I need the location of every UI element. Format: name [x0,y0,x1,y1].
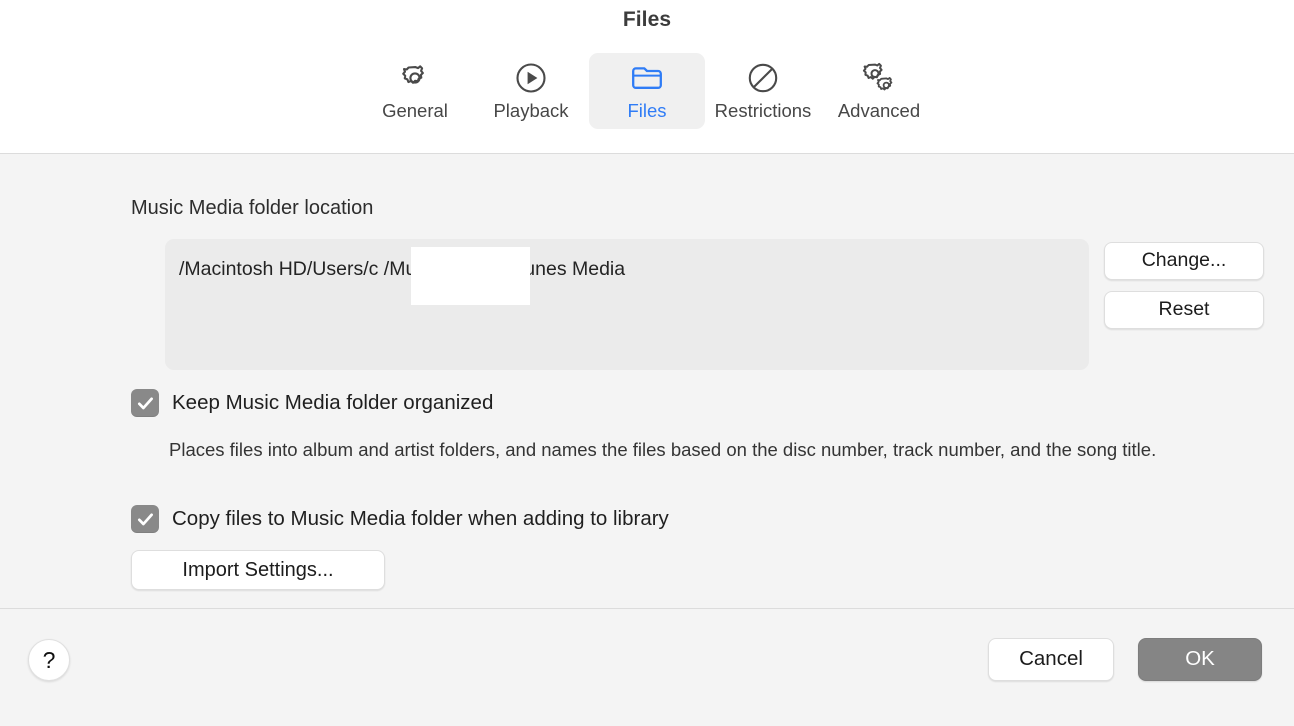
reset-button[interactable]: Reset [1104,291,1264,329]
import-settings-button[interactable]: Import Settings... [131,550,385,590]
checkmark-icon [136,394,155,413]
cancel-button[interactable]: Cancel [988,638,1114,681]
keep-organized-row[interactable]: Keep Music Media folder organized [131,389,493,417]
media-folder-path-box: /Macintosh HD/Users/c /Music/iTunes/iTun… [165,239,1089,370]
change-button[interactable]: Change... [1104,242,1264,280]
checkmark-icon [136,510,155,529]
footer-actions: Cancel OK [988,638,1262,681]
help-button[interactable]: ? [28,639,70,681]
keep-organized-checkbox[interactable] [131,389,159,417]
media-folder-actions: Change... Reset [1104,242,1264,329]
copy-files-label: Copy files to Music Media folder when ad… [172,509,669,530]
redaction-overlay [411,247,530,305]
keep-organized-label: Keep Music Media folder organized [172,393,493,414]
copy-files-checkbox[interactable] [131,505,159,533]
ok-button[interactable]: OK [1138,638,1262,681]
media-folder-section-label: Music Media folder location [131,197,373,220]
preferences-window: Files General [0,0,1294,726]
media-folder-path-text: /Macintosh HD/Users/c /Music/iTunes/iTun… [179,258,625,281]
keep-organized-description: Places files into album and artist folde… [169,437,1254,462]
files-settings-pane: Music Media folder location /Macintosh H… [0,154,1294,609]
dialog-footer: ? Cancel OK [0,609,1294,726]
copy-files-row[interactable]: Copy files to Music Media folder when ad… [131,505,669,533]
